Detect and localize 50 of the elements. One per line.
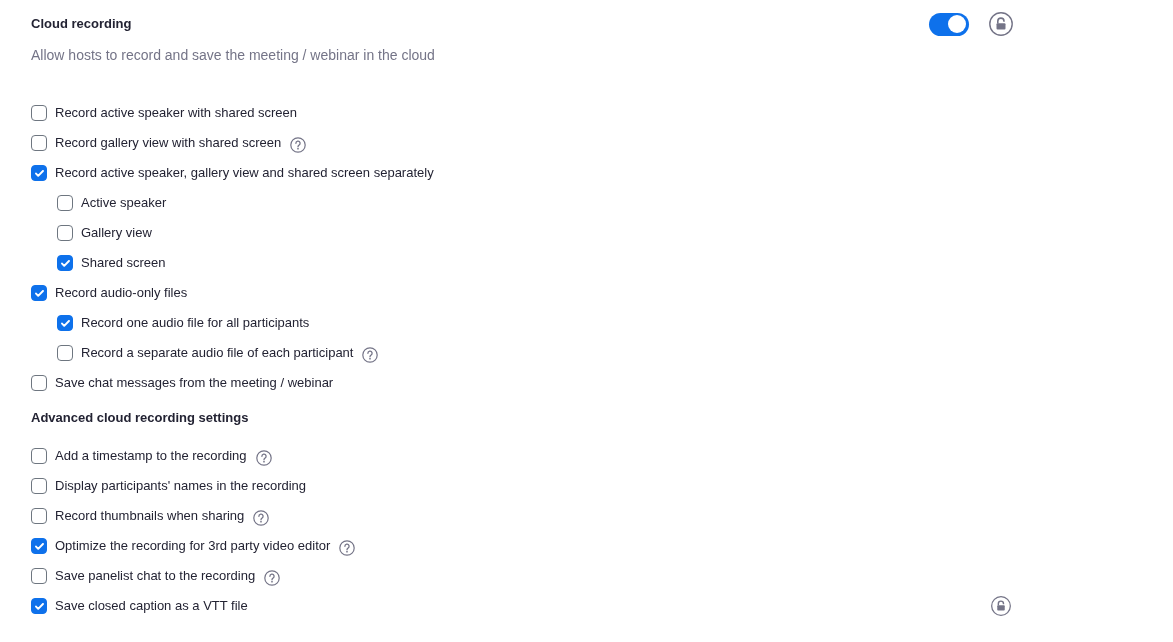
checkbox-label: Active speaker xyxy=(81,194,167,212)
checkbox[interactable] xyxy=(57,345,73,361)
checkbox-label: Add a timestamp to the recording xyxy=(55,447,247,465)
checkbox-label: Record one audio file for all participants xyxy=(81,314,310,332)
section-description: Allow hosts to record and save the meeting / webinar in the cloud xyxy=(31,46,435,65)
help-icon[interactable] xyxy=(255,449,272,466)
open-padlock-icon[interactable] xyxy=(991,596,1011,616)
help-icon[interactable] xyxy=(253,509,270,526)
checkbox-label: Record active speaker with shared screen xyxy=(55,104,298,122)
checkbox-label: Save closed caption as a VTT file xyxy=(55,597,248,615)
checkbox-label: Gallery view xyxy=(81,224,152,242)
checkbox-label: Record audio-only files xyxy=(55,284,188,302)
checkbox-label: Save panelist chat to the recording xyxy=(55,567,256,585)
checkmark-icon xyxy=(34,602,44,610)
checkbox[interactable] xyxy=(57,255,73,271)
checkbox-label: Optimize the recording for 3rd party video editor xyxy=(55,537,331,555)
checkbox[interactable] xyxy=(31,375,47,391)
checkbox[interactable] xyxy=(31,538,47,554)
checkmark-icon xyxy=(34,289,44,297)
checkbox-label: Shared screen xyxy=(81,254,166,272)
checkbox[interactable] xyxy=(31,568,47,584)
checkmark-icon xyxy=(34,169,44,177)
section-heading: Advanced cloud recording settings xyxy=(31,409,249,427)
help-icon[interactable] xyxy=(264,569,281,586)
checkbox[interactable] xyxy=(31,105,47,121)
checkbox[interactable] xyxy=(57,315,73,331)
help-icon[interactable] xyxy=(339,539,356,556)
checkbox-label: Record thumbnails when sharing xyxy=(55,507,245,525)
checkbox[interactable] xyxy=(31,135,47,151)
toggle-switch[interactable] xyxy=(929,12,969,36)
checkbox[interactable] xyxy=(31,285,47,301)
checkbox[interactable] xyxy=(31,448,47,464)
checkmark-icon xyxy=(60,319,70,327)
checkbox-label: Display participants' names in the recording xyxy=(55,477,307,495)
checkbox[interactable] xyxy=(31,598,47,614)
checkbox-label: Record gallery view with shared screen xyxy=(55,134,282,152)
checkbox[interactable] xyxy=(31,165,47,181)
checkmark-icon xyxy=(60,259,70,267)
checkbox[interactable] xyxy=(31,478,47,494)
checkbox[interactable] xyxy=(31,508,47,524)
section-title: Cloud recording xyxy=(31,15,132,33)
help-icon[interactable] xyxy=(290,136,307,153)
checkbox[interactable] xyxy=(57,225,73,241)
checkbox-label: Record a separate audio file of each participant xyxy=(81,344,354,362)
checkbox-label: Save chat messages from the meeting / webinar xyxy=(55,374,334,392)
checkmark-icon xyxy=(34,542,44,550)
checkbox[interactable] xyxy=(57,195,73,211)
open-padlock-icon[interactable] xyxy=(989,12,1013,36)
help-icon[interactable] xyxy=(362,346,379,363)
checkbox-label: Record active speaker, gallery view and shared screen separately xyxy=(55,164,434,182)
